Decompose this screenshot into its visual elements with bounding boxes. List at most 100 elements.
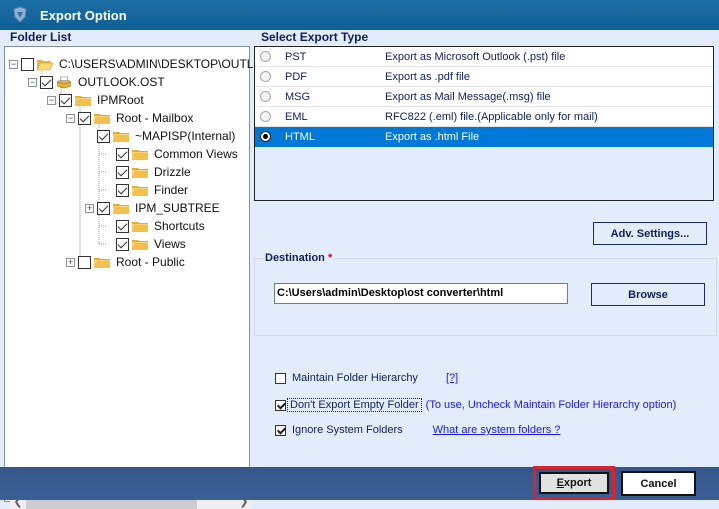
folder-list-title: Folder List (8, 30, 74, 44)
tree-item[interactable]: ~MAPISP(Internal) (85, 127, 235, 145)
collapse-icon[interactable]: − (66, 113, 75, 123)
folder-icon (131, 220, 154, 233)
tree-item[interactable]: − Root - Mailbox (66, 109, 193, 127)
export-type-row-pst[interactable]: PST Export as Microsoft Outlook (.pst) fi… (255, 47, 713, 67)
tree-item[interactable]: − C:\USERS\ADMIN\DESKTOP\OUTLOOK (9, 55, 280, 73)
folder-icon (112, 202, 135, 215)
export-button-highlight: Export (533, 466, 615, 500)
ignore-system-option: Ignore System Folders What are system fo… (275, 424, 560, 436)
tree-checkbox[interactable] (116, 219, 129, 233)
ignore-system-label[interactable]: Ignore System Folders (292, 424, 403, 436)
export-type-row-html[interactable]: HTML Export as .html File (255, 127, 713, 147)
cancel-button[interactable]: Cancel (621, 471, 696, 496)
tree-checkbox[interactable] (78, 255, 91, 269)
tree-item[interactable]: Drizzle (104, 163, 191, 181)
tree-item-label[interactable]: Root - Mailbox (116, 111, 193, 125)
tree-checkbox[interactable] (97, 201, 110, 215)
folder-list-group: − C:\USERS\ADMIN\DESKTOP\OUTLOOK − OUTLOOK.… (2, 30, 280, 509)
collapse-icon[interactable]: − (28, 77, 37, 87)
maintain-hierarchy-label[interactable]: Maintain Folder Hierarchy (292, 372, 418, 384)
app-logo-icon (13, 6, 27, 23)
radio-button[interactable] (260, 51, 271, 62)
adv-settings-button[interactable]: Adv. Settings... (593, 222, 707, 245)
tree-checkbox[interactable] (116, 237, 129, 251)
browse-button[interactable]: Browse (591, 283, 705, 306)
maintain-hierarchy-checkbox[interactable] (275, 372, 286, 384)
tree-checkbox[interactable] (116, 147, 129, 161)
maintain-hierarchy-option: Maintain Folder Hierarchy [?] (275, 372, 458, 384)
ost-file-icon (55, 76, 78, 89)
folder-tree[interactable]: − C:\USERS\ADMIN\DESKTOP\OUTLOOK − OUTLOOK.… (4, 46, 280, 509)
destination-title: Destination * (263, 252, 335, 264)
system-folders-link[interactable]: What are system folders ? (433, 424, 561, 436)
tree-checkbox[interactable] (40, 75, 53, 89)
dont-export-empty-option: Don't Export Empty Folder (To use, Unche… (275, 398, 677, 412)
tree-checkbox[interactable] (78, 111, 91, 125)
export-type-row-msg[interactable]: MSG Export as Mail Message(.msg) file (255, 87, 713, 107)
tree-checkbox[interactable] (21, 57, 34, 71)
tree-item[interactable]: − IPMRoot (47, 91, 144, 109)
radio-button[interactable] (260, 71, 271, 82)
folder-icon (93, 256, 116, 269)
export-type-row-eml[interactable]: EML RFC822 (.eml) file.(Applicable only f… (255, 107, 713, 127)
tree-item[interactable]: − OUTLOOK.OST (28, 73, 165, 91)
tree-item-label[interactable]: IPM_SUBTREE (135, 201, 220, 215)
expand-icon[interactable]: + (66, 257, 75, 267)
folder-icon (112, 130, 135, 143)
tree-item-label[interactable]: C:\USERS\ADMIN\DESKTOP\OUTLOOK (59, 57, 280, 71)
export-type-title: Select Export Type (259, 30, 371, 44)
folder-icon (131, 238, 154, 251)
tree-item[interactable]: Common Views (104, 145, 238, 163)
tree-item-label[interactable]: Drizzle (154, 165, 191, 179)
radio-button[interactable] (260, 91, 271, 102)
hierarchy-help-link[interactable]: [?] (446, 372, 458, 384)
dont-export-empty-note: (To use, Uncheck Maintain Folder Hierarc… (425, 399, 677, 411)
tree-checkbox[interactable] (116, 165, 129, 179)
title-bar: Export Option (0, 0, 719, 30)
tree-item-label[interactable]: IPMRoot (97, 93, 144, 107)
export-type-description: Export as .html File (385, 130, 480, 143)
destination-path-input[interactable]: C:\Users\admin\Desktop\ost converter\htm… (274, 283, 568, 304)
export-type-description: Export as Microsoft Outlook (.pst) file (385, 50, 566, 63)
tree-item-label[interactable]: Views (154, 237, 186, 251)
window-title: Export Option (40, 7, 127, 23)
tree-item[interactable]: + IPM_SUBTREE (85, 199, 220, 217)
tree-item-label[interactable]: Common Views (154, 147, 238, 161)
radio-button[interactable] (260, 111, 271, 122)
dont-export-empty-checkbox[interactable] (275, 399, 286, 411)
folder-icon (131, 166, 154, 179)
folder-icon (74, 94, 97, 107)
collapse-icon[interactable]: − (9, 59, 18, 69)
export-type-description: RFC822 (.eml) file.(Applicable only for … (385, 110, 598, 123)
tree-checkbox[interactable] (59, 93, 72, 107)
tree-checkbox[interactable] (97, 129, 110, 143)
tree-item[interactable]: Views (104, 235, 186, 253)
folder-icon (131, 184, 154, 197)
tree-item-label[interactable]: ~MAPISP(Internal) (135, 129, 235, 143)
export-type-name: HTML (285, 130, 315, 143)
tree-item-label[interactable]: Root - Public (116, 255, 185, 269)
export-type-name: MSG (285, 90, 311, 103)
tree-item-label[interactable]: Shortcuts (154, 219, 205, 233)
export-type-row-pdf[interactable]: PDF Export as .pdf file (255, 67, 713, 87)
dont-export-empty-label[interactable]: Don't Export Empty Folder (287, 398, 422, 412)
export-button[interactable]: Export (539, 472, 609, 494)
tree-item-label[interactable]: OUTLOOK.OST (78, 75, 165, 89)
destination-group: Destination * C:\Users\admin\Desktop\ost… (254, 252, 717, 336)
collapse-icon[interactable]: − (47, 95, 56, 105)
tree-item[interactable]: Finder (104, 181, 188, 199)
tree-item[interactable]: + Root - Public (66, 253, 185, 271)
tree-item[interactable]: Shortcuts (104, 217, 205, 235)
tree-item-label[interactable]: Finder (154, 183, 188, 197)
ignore-system-checkbox[interactable] (275, 424, 286, 436)
tree-checkbox[interactable] (116, 183, 129, 197)
export-type-group: PST Export as Microsoft Outlook (.pst) fi… (254, 30, 716, 201)
radio-button[interactable] (260, 131, 271, 142)
expand-icon[interactable]: + (85, 203, 94, 213)
